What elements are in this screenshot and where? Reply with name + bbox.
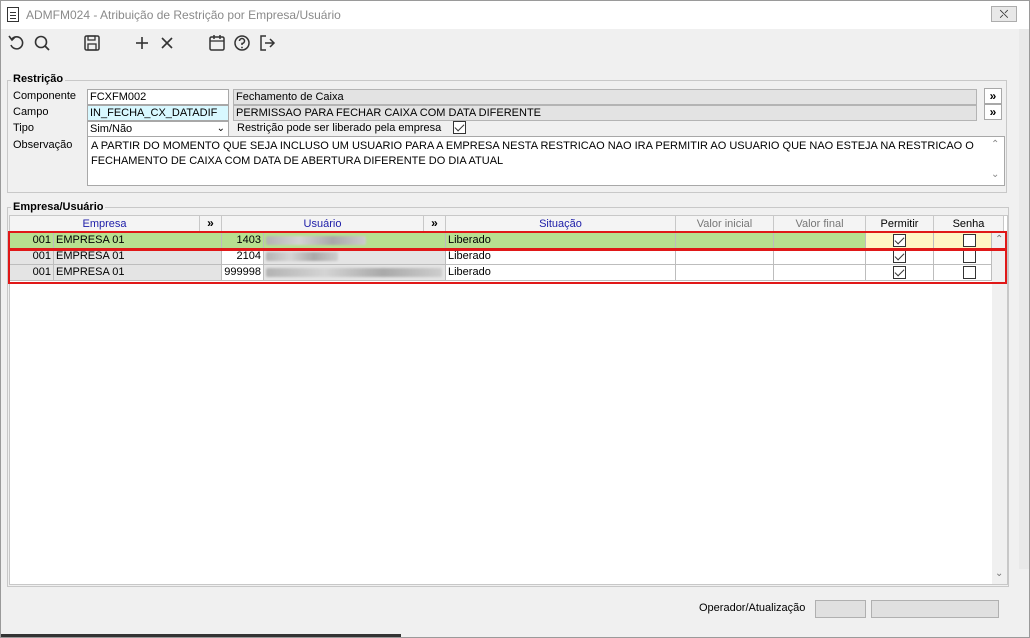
atualizacao-field	[871, 600, 999, 618]
liberado-checkbox[interactable]	[453, 121, 466, 134]
componente-description: Fechamento de Caixa	[233, 89, 977, 105]
componente-label: Componente	[13, 90, 76, 102]
header-senha[interactable]: Senha	[934, 216, 1004, 232]
help-icon[interactable]	[232, 33, 252, 53]
observacao-textarea[interactable]: A PARTIR DO MOMENTO QUE SEJA INCLUSO UM …	[87, 136, 1005, 186]
operador-field	[815, 600, 866, 618]
empresa-sort-button[interactable]: »	[200, 216, 222, 232]
header-situacao[interactable]: Situação	[446, 216, 676, 232]
campo-field[interactable]: IN_FECHA_CX_DATADIF	[87, 105, 229, 121]
header-permitir[interactable]: Permitir	[866, 216, 934, 232]
componente-field[interactable]: FCXFM002	[87, 89, 229, 105]
tipo-label: Tipo	[13, 122, 34, 134]
liberado-label: Restrição pode ser liberado pela empresa	[237, 122, 442, 134]
app-window: ADMFM024 - Atribuição de Restrição por E…	[0, 0, 1030, 638]
close-button[interactable]: ⛌	[991, 6, 1017, 22]
tipo-select[interactable]: Sim/Não ⌄	[87, 121, 229, 137]
campo-label: Campo	[13, 106, 49, 118]
scroll-down-icon[interactable]: ⌄	[995, 568, 1003, 579]
observacao-label: Observação	[13, 139, 73, 151]
title-bar: ADMFM024 - Atribuição de Restrição por E…	[1, 1, 1029, 29]
save-icon[interactable]	[82, 33, 102, 53]
window-title: ADMFM024 - Atribuição de Restrição por E…	[26, 8, 341, 22]
refresh-icon[interactable]	[7, 33, 27, 53]
document-icon	[7, 7, 19, 22]
taskbar-edge	[1, 634, 401, 637]
header-valor-final[interactable]: Valor final	[774, 216, 866, 232]
header-usuario[interactable]: Usuário	[222, 216, 424, 232]
highlight-box	[8, 231, 1007, 250]
obs-scroll-up-icon[interactable]: ⌃	[991, 139, 999, 150]
header-empresa[interactable]: Empresa	[10, 216, 200, 232]
chevron-down-icon: ⌄	[216, 123, 225, 134]
delete-icon[interactable]	[157, 33, 177, 53]
campo-more-button[interactable]: »	[984, 104, 1002, 120]
restricao-legend: Restrição	[11, 73, 66, 85]
window-scrollbar[interactable]	[1019, 29, 1029, 569]
add-icon[interactable]	[132, 33, 152, 53]
highlight-box	[8, 249, 1007, 284]
grid-scrollbar[interactable]: ⌃ ⌄	[992, 232, 1007, 584]
tipo-selected-value: Sim/Não	[90, 123, 133, 135]
operador-label: Operador/Atualização	[699, 602, 806, 614]
obs-scroll-down-icon[interactable]: ⌄	[991, 169, 999, 180]
usuario-sort-button[interactable]: »	[424, 216, 446, 232]
header-valor-inicial[interactable]: Valor inicial	[676, 216, 774, 232]
search-icon[interactable]	[32, 33, 52, 53]
calendar-icon[interactable]	[207, 33, 227, 53]
campo-description: PERMISSAO PARA FECHAR CAIXA COM DATA DIF…	[233, 105, 977, 121]
empresa-usuario-legend: Empresa/Usuário	[11, 201, 106, 213]
exit-icon[interactable]	[257, 33, 277, 53]
toolbar	[1, 31, 1029, 57]
componente-more-button[interactable]: »	[984, 88, 1002, 104]
grid-header: Empresa » Usuário » Situação Valor inici…	[10, 216, 1004, 232]
